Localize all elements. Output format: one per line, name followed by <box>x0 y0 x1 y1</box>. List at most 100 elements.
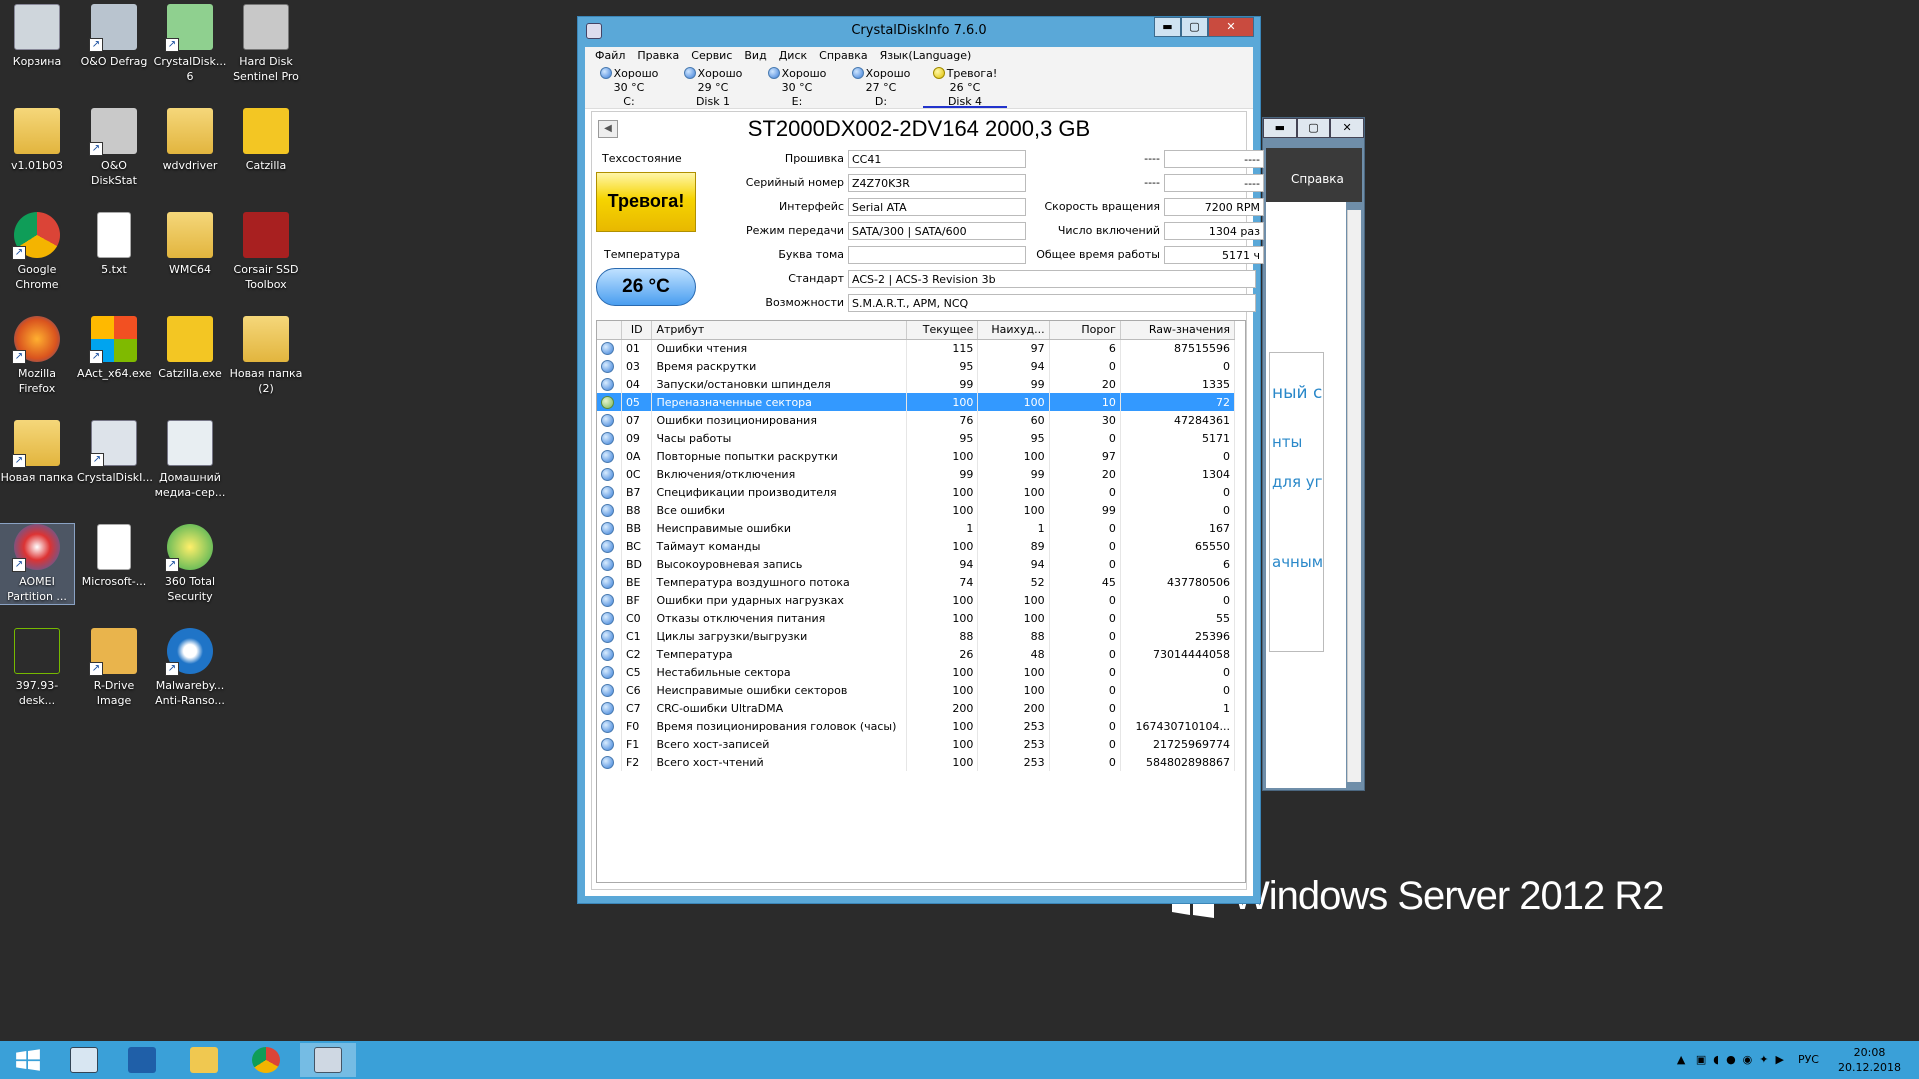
table-row[interactable]: BE Температура воздушного потока 74 52 45 437… <box>597 573 1236 591</box>
taskbar-explorer[interactable] <box>176 1043 232 1077</box>
desktop-icon-folder-wdvdriver[interactable]: wdvdriver <box>153 108 227 173</box>
desktop-icon-new-folder[interactable]: ↗ Новая папка <box>0 420 74 485</box>
table-row[interactable]: 09 Часы работы 95 95 0 5171 <box>597 429 1236 447</box>
desktop-icon-aact-x64[interactable]: ↗ AAct_x64.exe <box>77 316 152 381</box>
table-row[interactable]: BF Ошибки при ударных нагрузках 100 100 0 0 <box>597 591 1236 609</box>
smart-table[interactable]: ID Атрибут Текущее Наихуд... Порог Raw-значен… <box>596 320 1246 883</box>
header-status[interactable] <box>597 321 622 340</box>
tray-app-icon[interactable]: ● <box>1726 1053 1736 1066</box>
language-indicator[interactable]: РУС <box>1798 1053 1819 1066</box>
desktop-icon-crystaldisk-6[interactable]: ↗ CrystalDisk... 6 <box>153 4 227 84</box>
disk-button-3[interactable]: Хорошо 27 °C D: <box>839 65 923 108</box>
taskbar-powershell[interactable] <box>114 1043 170 1077</box>
desktop-icon-oo-diskstat[interactable]: ↗ O&O DiskStat <box>77 108 151 188</box>
header-worst[interactable]: Наихуд... <box>977 321 1050 340</box>
desktop-icon-folder-wmc64[interactable]: WMC64 <box>153 212 227 277</box>
tray-security-icon[interactable]: ◉ <box>1743 1053 1753 1066</box>
desktop-icon-corsair-ssd-toolbox[interactable]: Corsair SSD Toolbox <box>229 212 303 292</box>
desktop-icon-folder-v101b03[interactable]: v1.01b03 <box>0 108 74 173</box>
table-row[interactable]: B8 Все ошибки 100 100 99 0 <box>597 501 1236 519</box>
menu-item-0[interactable]: Файл <box>589 47 631 65</box>
desktop-icon-google-chrome[interactable]: ↗ Google Chrome <box>0 212 74 292</box>
tray-shield-icon[interactable]: ✦ <box>1759 1053 1768 1066</box>
menu-item-6[interactable]: Язык(Language) <box>874 47 978 65</box>
taskbar-chrome[interactable] <box>238 1043 294 1077</box>
start-button[interactable] <box>0 1043 56 1077</box>
desktop-icon-crystaldiskinfo[interactable]: ↗ CrystalDiskI... <box>77 420 153 485</box>
desktop-icon-microsoft-file[interactable]: Microsoft-... <box>77 524 151 589</box>
header-current[interactable]: Текущее <box>906 321 979 340</box>
menu-item-5[interactable]: Справка <box>813 47 873 65</box>
header-id[interactable]: ID <box>621 321 653 340</box>
table-row[interactable]: BB Неисправимые ошибки 1 1 0 167 <box>597 519 1236 537</box>
taskbar-crystaldiskinfo[interactable] <box>300 1043 356 1077</box>
menu-bar: Файл Правка Сервис Вид Диск Справка Язык(Langu… <box>585 47 1253 65</box>
menu-item-4[interactable]: Диск <box>773 47 813 65</box>
table-row[interactable]: 0A Повторные попытки раскрутки 100 100 97 0 <box>597 447 1236 465</box>
bg-menu-help[interactable]: Справка <box>1266 148 1362 202</box>
desktop-icon-catzilla[interactable]: Catzilla <box>229 108 303 173</box>
desktop-icon-recycle-bin[interactable]: Корзина <box>0 4 74 69</box>
title-bar[interactable]: CrystalDiskInfo 7.6.0 ▬ ▢ ✕ <box>578 17 1260 47</box>
desktop-icon-new-folder-2[interactable]: Новая папка (2) <box>229 316 303 396</box>
close-button[interactable]: ✕ <box>1330 118 1364 138</box>
desktop-icon-file-5txt[interactable]: 5.txt <box>77 212 151 277</box>
desktop-icon-oo-defrag[interactable]: ↗ O&O Defrag <box>77 4 151 69</box>
close-button[interactable]: ✕ <box>1208 17 1254 37</box>
desktop-icon-hard-disk-sentinel[interactable]: Hard Disk Sentinel Pro <box>229 4 303 84</box>
disk-button-4[interactable]: Тревога! 26 °C Disk 4 <box>923 65 1007 108</box>
disk-button-2[interactable]: Хорошо 30 °C E: <box>755 65 839 108</box>
table-row[interactable]: 0C Включения/отключения 99 99 20 1304 <box>597 465 1236 483</box>
table-row[interactable]: 03 Время раскрутки 95 94 0 0 <box>597 357 1236 375</box>
header-attribute[interactable]: Атрибут <box>651 321 908 340</box>
background-window[interactable]: ▬ ▢ ✕ Справка ный с нты для уг ачным <box>1262 117 1365 791</box>
desktop-icon-360-total-security[interactable]: ↗ 360 Total Security <box>153 524 227 604</box>
table-row[interactable]: C2 Температура 26 48 0 73014444058 <box>597 645 1236 663</box>
desktop-icon-home-media-server[interactable]: Домашний медиа-сер... <box>153 420 227 500</box>
tray-play-icon[interactable]: ▶ <box>1776 1053 1784 1066</box>
table-row[interactable]: C6 Неисправимые ошибки секторов 100 100 0 0 <box>597 681 1236 699</box>
power-on-hours-label: Общее время работы <box>1036 248 1160 261</box>
table-row[interactable]: BD Высокоуровневая запись 94 94 0 6 <box>597 555 1236 573</box>
table-row[interactable]: F2 Всего хост-чтений 100 253 0 584802898867 <box>597 753 1236 771</box>
menu-item-1[interactable]: Правка <box>631 47 685 65</box>
desktop-icon-catzilla-exe[interactable]: Catzilla.exe <box>153 316 227 381</box>
maximize-button[interactable]: ▢ <box>1296 118 1331 138</box>
table-row[interactable]: C1 Циклы загрузки/выгрузки 88 88 0 25396 <box>597 627 1236 645</box>
maximize-button[interactable]: ▢ <box>1181 17 1208 37</box>
health-status-badge[interactable]: Тревога! <box>596 172 696 232</box>
temperature-badge[interactable]: 26 °C <box>596 268 696 306</box>
table-row[interactable]: 05 Переназначенные сектора 100 100 10 72 <box>597 393 1236 411</box>
cell-attribute: Неисправимые ошибки секторов <box>651 681 908 699</box>
table-row[interactable]: BC Таймаут команды 100 89 0 65550 <box>597 537 1236 555</box>
clock[interactable]: 20:08 20.12.2018 <box>1838 1045 1901 1075</box>
minimize-button[interactable]: ▬ <box>1154 17 1181 37</box>
desktop-icon-nvidia-driver[interactable]: 397.93-desk... <box>0 628 74 708</box>
tray-volume-icon[interactable]: ◖ <box>1713 1053 1719 1066</box>
table-row[interactable]: C5 Нестабильные сектора 100 100 0 0 <box>597 663 1236 681</box>
table-row[interactable]: F0 Время позиционирования головок (часы) 1… <box>597 717 1236 735</box>
taskbar-server-manager[interactable] <box>56 1043 112 1077</box>
table-row[interactable]: C7 CRC-ошибки UltraDMA 200 200 0 1 <box>597 699 1236 717</box>
minimize-button[interactable]: ▬ <box>1262 118 1297 138</box>
desktop-icon-aomei-partition[interactable]: ↗ AOMEI Partition ... <box>0 523 75 605</box>
table-row[interactable]: C0 Отказы отключения питания 100 100 0 55 <box>597 609 1236 627</box>
table-row[interactable]: B7 Спецификации производителя 100 100 0 0 <box>597 483 1236 501</box>
system-tray[interactable]: ▲ ▣ ◖ ● ◉ ✦ ▶ РУС <box>1677 1053 1819 1066</box>
disk-button-0[interactable]: Хорошо 30 °C C: <box>587 65 671 108</box>
disk-button-1[interactable]: Хорошо 29 °C Disk 1 <box>671 65 755 108</box>
header-raw[interactable]: Raw-значения <box>1120 321 1236 340</box>
menu-item-3[interactable]: Вид <box>738 47 772 65</box>
menu-item-2[interactable]: Сервис <box>685 47 738 65</box>
table-row[interactable]: 04 Запуски/остановки шпинделя 99 99 20 1335 <box>597 375 1236 393</box>
tray-network-icon[interactable]: ▣ <box>1696 1053 1706 1066</box>
header-threshold[interactable]: Порог <box>1049 321 1121 340</box>
desktop-icon-malwarebytes-anti-ransomware[interactable]: ↗ Malwareby... Anti-Ranso... <box>153 628 227 708</box>
table-row[interactable]: F1 Всего хост-записей 100 253 0 21725969774 <box>597 735 1236 753</box>
table-row[interactable]: 07 Ошибки позиционирования 76 60 30 47284361 <box>597 411 1236 429</box>
tray-chevron-icon[interactable]: ▲ <box>1677 1053 1685 1066</box>
desktop-icon-mozilla-firefox[interactable]: ↗ Mozilla Firefox <box>0 316 74 396</box>
table-row[interactable]: 01 Ошибки чтения 115 97 6 87515596 <box>597 339 1236 357</box>
desktop-icon-r-drive-image[interactable]: ↗ R-Drive Image <box>77 628 151 708</box>
bg-scrollbar[interactable] <box>1347 210 1361 782</box>
